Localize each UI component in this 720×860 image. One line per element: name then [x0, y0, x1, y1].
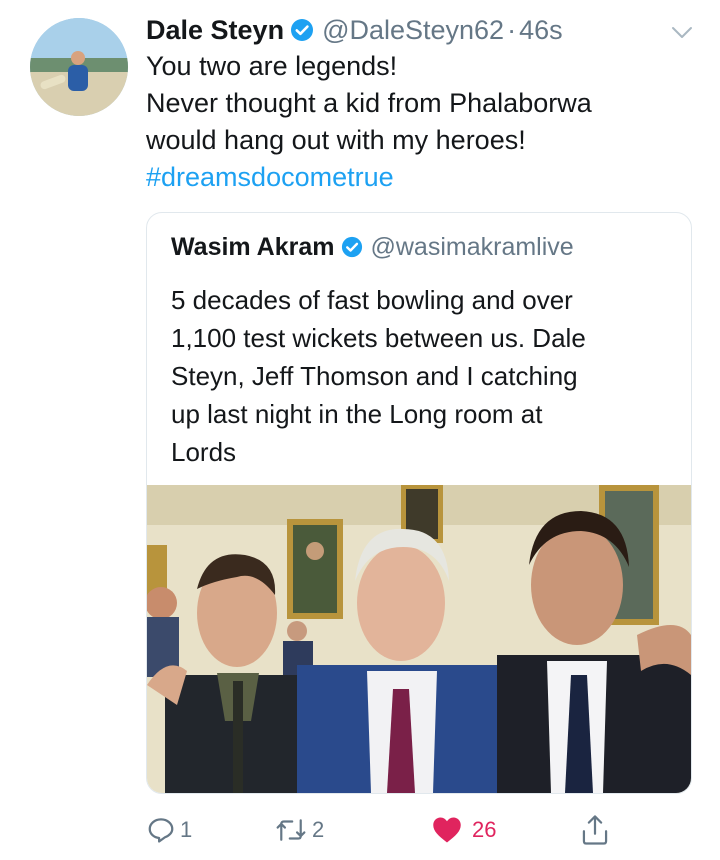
retweet-button[interactable]: 2	[274, 810, 324, 850]
quoted-line: Steyn, Jeff Thomson and I catching	[171, 361, 578, 391]
chevron-down-icon[interactable]	[670, 20, 694, 44]
tweet-actions: 1 2 26	[0, 810, 720, 850]
quoted-tweet-text: 5 decades of fast bowling and over 1,100…	[171, 281, 671, 471]
tweet-header: Dale Steyn @DaleSteyn62 · 46s	[146, 10, 686, 50]
reply-icon	[148, 818, 174, 843]
quoted-tweet-photo[interactable]	[147, 485, 691, 793]
quoted-tweet-card[interactable]: Wasim Akram @wasimakramlive 5 decades of …	[146, 212, 692, 794]
reply-count: 1	[180, 817, 193, 842]
quoted-author-name: Wasim Akram	[171, 233, 335, 261]
quoted-line: 5 decades of fast bowling and over	[171, 285, 573, 315]
retweet-count: 2	[312, 817, 325, 842]
share-icon	[582, 815, 608, 845]
author-avatar[interactable]	[30, 18, 128, 116]
separator-dot: ·	[507, 15, 517, 45]
tweet-timestamp[interactable]: 46s	[519, 15, 563, 45]
tweet-line: You two are legends!	[146, 51, 398, 81]
reply-button[interactable]: 1	[146, 810, 192, 850]
share-button[interactable]	[580, 810, 610, 850]
quoted-line: 1,100 test wickets between us. Dale	[171, 323, 586, 353]
quoted-author-handle: @wasimakramlive	[370, 233, 574, 261]
quoted-line: Lords	[171, 437, 237, 467]
tweet-line: would hang out with my heroes!	[146, 125, 526, 155]
author-name[interactable]: Dale Steyn	[146, 15, 284, 45]
like-count: 26	[472, 817, 497, 842]
heart-icon	[433, 817, 461, 843]
verified-badge-icon	[341, 232, 363, 268]
author-handle[interactable]: @DaleSteyn62	[322, 15, 504, 45]
like-button[interactable]: 26	[432, 810, 496, 850]
tweet-text: You two are legends! Never thought a kid…	[146, 48, 686, 196]
hashtag-link[interactable]: #dreamsdocometrue	[146, 159, 686, 196]
quoted-tweet-header: Wasim Akram @wasimakramlive	[171, 229, 574, 268]
tweet-line: Never thought a kid from Phalaborwa	[146, 88, 592, 118]
retweet-icon	[276, 819, 306, 841]
verified-badge-icon	[290, 13, 314, 53]
quoted-line: up last night in the Long room at	[171, 399, 543, 429]
